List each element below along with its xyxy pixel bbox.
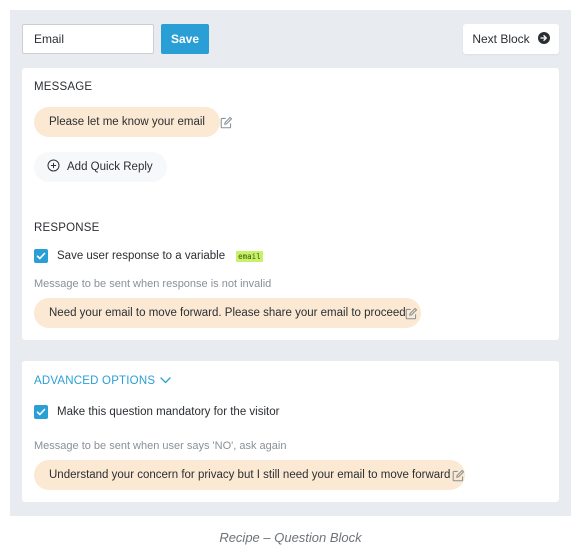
next-block-button[interactable]: Next Block [463,24,559,54]
message-section-label: MESSAGE [34,81,93,93]
save-variable-option: Save user response to a variable email [34,249,263,263]
block-name-input[interactable] [22,24,154,54]
advanced-options-card: ADVANCED OPTIONS Make this question mand… [22,361,559,502]
save-variable-label: Save user response to a variable [57,250,226,262]
message-bubble[interactable]: Please let me know your email [34,107,220,137]
figure-caption: Recipe – Question Block [219,530,362,545]
arrow-circle-right-icon [537,31,550,47]
variable-tag: email [236,250,263,262]
invalid-response-text: Need your email to move forward. Please … [49,307,406,319]
invalid-response-bubble[interactable]: Need your email to move forward. Please … [34,298,421,328]
say-no-hint: Message to be sent when user says 'NO', … [34,440,287,452]
edit-icon[interactable] [452,469,465,482]
response-section-label: RESPONSE [34,222,100,234]
edit-icon[interactable] [405,307,418,320]
say-no-bubble[interactable]: Understand your concern for privacy but … [34,460,466,490]
mandatory-label: Make this question mandatory for the vis… [57,406,280,418]
message-response-card: MESSAGE Please let me know your email Ad… [22,68,559,340]
invalid-response-hint: Message to be sent when response is not … [34,278,272,290]
plus-circle-icon [47,159,60,175]
save-variable-checkbox[interactable] [34,249,48,263]
say-no-text: Understand your concern for privacy but … [49,469,451,481]
add-quick-reply-button[interactable]: Add Quick Reply [34,152,167,182]
chevron-down-icon [160,375,171,387]
next-block-label: Next Block [472,32,530,46]
add-quick-reply-label: Add Quick Reply [67,161,153,173]
advanced-options-toggle[interactable]: ADVANCED OPTIONS [34,375,171,387]
save-button[interactable]: Save [161,24,209,54]
question-block-editor: Save Next Block MESSAGE Please let me kn… [10,10,571,516]
edit-icon[interactable] [220,116,233,129]
mandatory-checkbox[interactable] [34,405,48,419]
message-text: Please let me know your email [49,116,205,128]
advanced-options-label: ADVANCED OPTIONS [34,375,156,387]
mandatory-option: Make this question mandatory for the vis… [34,405,279,419]
